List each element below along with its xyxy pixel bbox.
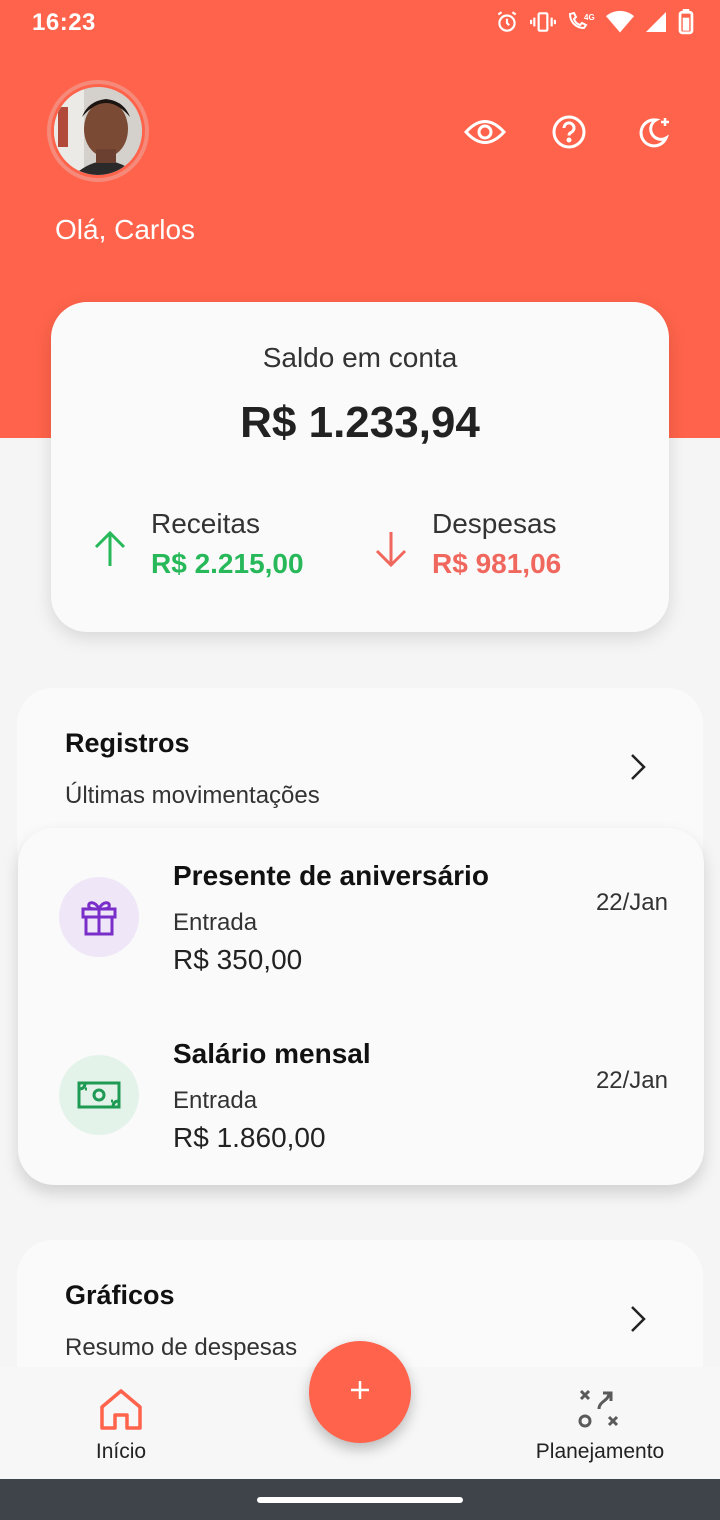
strategy-icon <box>577 1387 623 1436</box>
home-icon <box>98 1387 144 1436</box>
arrow-up-icon <box>93 530 127 573</box>
avatar-photo <box>54 87 142 175</box>
add-button[interactable] <box>309 1341 411 1443</box>
vibrate-icon <box>530 9 556 35</box>
records-title: Registros <box>65 728 190 758</box>
help-icon[interactable] <box>547 110 591 154</box>
greeting: Olá, Carlos <box>55 214 196 245</box>
arrow-down-icon <box>374 530 408 573</box>
income-stat: Receitas R$ 2.215,00 <box>151 508 304 580</box>
nav-home-label: Início <box>95 1440 147 1463</box>
chevron-right-icon[interactable] <box>623 752 653 782</box>
battery-icon <box>678 9 694 35</box>
list-item[interactable]: Salário mensal Entrada R$ 1.860,00 22/Ja… <box>18 1006 704 1184</box>
records-subtitle: Últimas movimentações <box>65 782 320 809</box>
record-type: Entrada <box>173 1087 258 1114</box>
volte-4g-icon: 4G <box>566 9 596 35</box>
expenses-stat: Despesas R$ 981,06 <box>432 508 561 580</box>
record-date: 22/Jan <box>595 889 668 916</box>
income-label: Receitas <box>151 508 260 539</box>
balance-label: Saldo em conta <box>262 342 458 373</box>
record-title: Salário mensal <box>173 1038 371 1069</box>
nav-planning[interactable]: Planejamento <box>528 1367 672 1479</box>
income-value: R$ 2.215,00 <box>151 548 304 579</box>
system-nav-bar <box>0 1479 720 1520</box>
balance-value: R$ 1.233,94 <box>240 398 480 447</box>
dark-mode-icon[interactable] <box>632 110 676 154</box>
eye-icon[interactable] <box>463 110 507 154</box>
charts-title: Gráficos <box>65 1280 175 1310</box>
record-amount: R$ 350,00 <box>173 944 303 975</box>
expenses-label: Despesas <box>432 508 557 539</box>
wifi-icon <box>606 10 634 34</box>
charts-subtitle: Resumo de despesas <box>65 1334 298 1361</box>
nav-home[interactable]: Início <box>70 1367 172 1479</box>
records-list: Presente de aniversário Entrada R$ 350,0… <box>18 828 704 1185</box>
avatar[interactable] <box>47 80 149 182</box>
status-bar: 16:23 4G <box>0 0 720 46</box>
alarm-icon <box>494 9 520 35</box>
nav-planning-label: Planejamento <box>535 1440 665 1463</box>
record-type: Entrada <box>173 909 258 936</box>
balance-card: Saldo em conta R$ 1.233,94 Receitas R$ 2… <box>51 302 669 632</box>
list-item[interactable]: Presente de aniversário Entrada R$ 350,0… <box>18 828 704 1006</box>
status-time: 16:23 <box>32 9 96 36</box>
expenses-value: R$ 981,06 <box>432 548 562 579</box>
gift-icon <box>59 877 139 957</box>
record-amount: R$ 1.860,00 <box>173 1122 326 1153</box>
chevron-right-icon[interactable] <box>623 1304 653 1334</box>
record-date: 22/Jan <box>595 1067 668 1094</box>
money-icon <box>59 1055 139 1135</box>
signal-icon <box>644 10 668 34</box>
svg-text:4G: 4G <box>584 13 595 22</box>
home-gesture-pill[interactable] <box>257 1497 463 1503</box>
record-title: Presente de aniversário <box>173 860 489 891</box>
plus-icon <box>349 1379 371 1406</box>
